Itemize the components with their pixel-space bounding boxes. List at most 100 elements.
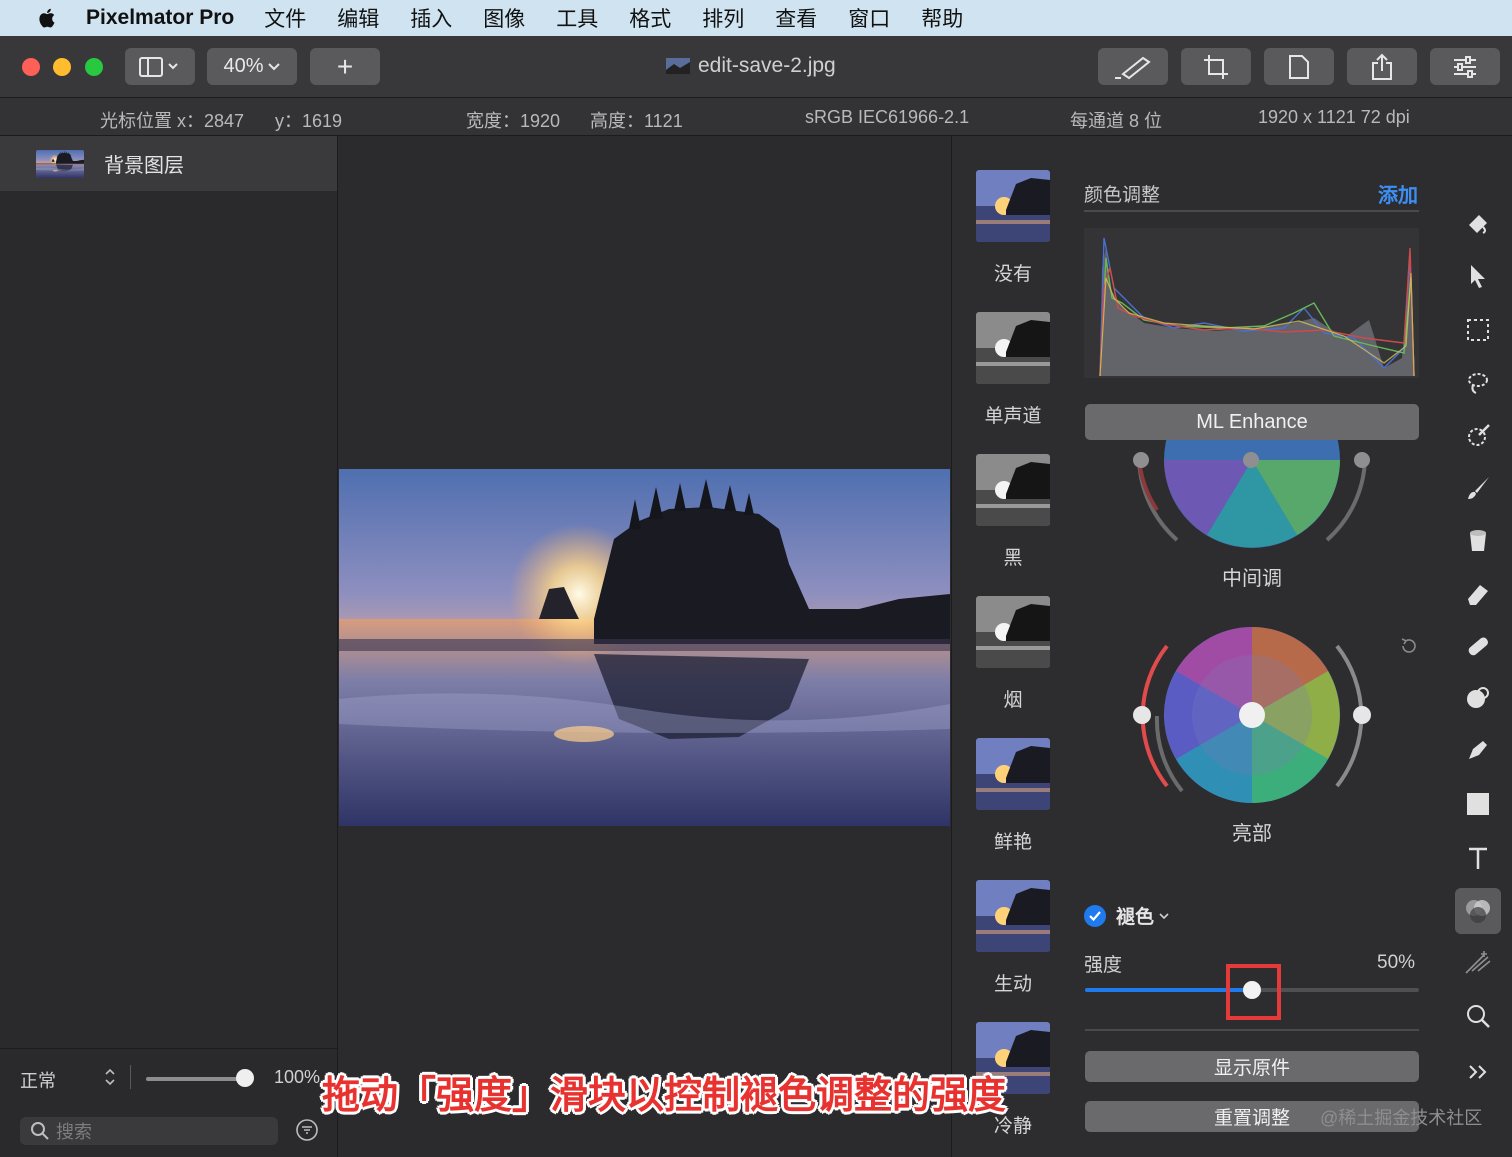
image-width: 宽度：1920 bbox=[466, 111, 561, 131]
menu-tools[interactable]: 工具 bbox=[556, 3, 598, 33]
menu-file[interactable]: 文件 bbox=[264, 3, 306, 33]
show-original-button[interactable]: 显示原件 bbox=[1085, 1051, 1419, 1082]
highlights-right-knob[interactable] bbox=[1353, 706, 1371, 724]
clone-icon[interactable] bbox=[1460, 680, 1496, 716]
apple-icon[interactable] bbox=[30, 5, 66, 31]
updown-chevron-icon[interactable] bbox=[104, 1067, 116, 1087]
adjust-panel-button[interactable] bbox=[1430, 48, 1500, 85]
zoom-icon[interactable] bbox=[1460, 998, 1496, 1034]
layers-panel: 背景图层 正常 100% 搜索 bbox=[0, 136, 338, 1157]
image-height: 高度：1121 bbox=[590, 111, 683, 131]
menu-image[interactable]: 图像 bbox=[483, 3, 525, 33]
effects-icon[interactable] bbox=[1460, 944, 1496, 980]
brush-icon[interactable] bbox=[1460, 470, 1496, 506]
midtones-left-knob[interactable] bbox=[1133, 452, 1149, 468]
menu-arrange[interactable]: 排列 bbox=[702, 3, 744, 33]
menu-view[interactable]: 查看 bbox=[775, 3, 817, 33]
bandage-icon[interactable] bbox=[1460, 628, 1496, 664]
pen-markup-icon bbox=[1115, 56, 1151, 79]
cursor-x: 光标位置 x：2847 bbox=[100, 111, 245, 131]
share-icon bbox=[1372, 53, 1392, 80]
text-icon[interactable] bbox=[1460, 840, 1496, 876]
ml-enhance-button[interactable]: ML Enhance bbox=[1085, 404, 1419, 440]
pen-icon[interactable] bbox=[1460, 732, 1496, 768]
preset-item[interactable]: 生动 bbox=[976, 880, 1050, 996]
document-icon bbox=[1289, 54, 1309, 79]
preset-thumbnail bbox=[976, 880, 1050, 952]
preset-label: 生动 bbox=[993, 974, 1032, 995]
reset-wheel-icon[interactable] bbox=[1399, 636, 1419, 656]
image-file-icon bbox=[666, 58, 690, 74]
preset-label: 没有 bbox=[993, 264, 1032, 285]
menu-help[interactable]: 帮助 bbox=[921, 3, 963, 33]
add-button[interactable]: + bbox=[310, 48, 380, 85]
sidebar-toggle-button[interactable] bbox=[125, 48, 195, 85]
color-adjust-icon[interactable] bbox=[1455, 888, 1501, 934]
preset-thumbnail bbox=[976, 596, 1050, 668]
preset-item[interactable]: 烟 bbox=[976, 596, 1050, 712]
preset-thumbnail bbox=[976, 312, 1050, 384]
filter-icon[interactable] bbox=[296, 1119, 318, 1141]
color-profile: sRGB IEC61966-2.1 bbox=[805, 107, 970, 127]
preset-item[interactable]: 黑 bbox=[976, 454, 1050, 570]
arrow-icon[interactable] bbox=[1460, 258, 1496, 294]
midtones-right-knob[interactable] bbox=[1354, 452, 1370, 468]
blend-mode-select[interactable]: 正常 bbox=[20, 1067, 56, 1093]
tools-column bbox=[1443, 136, 1512, 1157]
canvas-photo[interactable] bbox=[339, 469, 950, 826]
markup-button[interactable] bbox=[1098, 48, 1168, 85]
bit-depth: 每通道 8 位 bbox=[1070, 111, 1163, 131]
lasso-icon[interactable] bbox=[1460, 364, 1496, 400]
fill-icon[interactable] bbox=[1460, 522, 1496, 558]
eraser-icon[interactable] bbox=[1460, 576, 1496, 612]
menu-app-name[interactable]: Pixelmator Pro bbox=[86, 6, 234, 30]
histogram bbox=[1084, 228, 1419, 378]
info-bar: 光标位置 x：2847 y：1619 宽度：1920 高度：1121 sRGB … bbox=[0, 98, 1512, 136]
zoom-value: 40% bbox=[223, 55, 264, 77]
close-window-button[interactable] bbox=[22, 58, 40, 76]
preset-thumbnail bbox=[976, 454, 1050, 526]
paint-bucket-icon[interactable] bbox=[1460, 206, 1496, 242]
menu-insert[interactable]: 插入 bbox=[410, 3, 452, 33]
sidebar-icon bbox=[139, 56, 178, 77]
more-icon[interactable] bbox=[1460, 1054, 1496, 1090]
menu-edit[interactable]: 编辑 bbox=[337, 3, 379, 33]
zoom-select[interactable]: 40% bbox=[207, 48, 297, 85]
opacity-slider-track[interactable] bbox=[146, 1077, 246, 1081]
midtones-center-knob[interactable] bbox=[1243, 452, 1259, 468]
highlights-center-knob[interactable] bbox=[1239, 702, 1265, 728]
add-adjustment-button[interactable]: 添加 bbox=[1378, 179, 1418, 208]
rect-select-icon[interactable] bbox=[1460, 312, 1496, 348]
divider bbox=[130, 1065, 131, 1089]
menu-window[interactable]: 窗口 bbox=[848, 3, 890, 33]
watermark: @稀土掘金技术社区 bbox=[1320, 1108, 1483, 1128]
layers-footer: 正常 100% 搜索 bbox=[0, 1048, 337, 1157]
midtones-label: 中间调 bbox=[1222, 568, 1282, 590]
opacity-slider-knob[interactable] bbox=[236, 1069, 254, 1087]
chevron-down-icon[interactable] bbox=[1158, 912, 1170, 920]
fade-toggle[interactable]: 褪色 bbox=[1084, 902, 1170, 929]
image-canvas[interactable] bbox=[339, 136, 950, 1157]
preset-label: 黑 bbox=[1003, 548, 1023, 569]
cursor-y: y：1619 bbox=[275, 111, 343, 131]
divider bbox=[1084, 210, 1419, 212]
share-button[interactable] bbox=[1347, 48, 1417, 85]
preset-item[interactable]: 单声道 bbox=[976, 312, 1050, 428]
crop-button[interactable] bbox=[1181, 48, 1251, 85]
layer-item[interactable]: 背景图层 bbox=[0, 136, 337, 191]
zoom-window-button[interactable] bbox=[85, 58, 103, 76]
preset-item[interactable]: 鲜艳 bbox=[976, 738, 1050, 854]
search-input[interactable]: 搜索 bbox=[56, 1118, 92, 1144]
preset-label: 单声道 bbox=[984, 406, 1042, 427]
preset-item[interactable]: 没有 bbox=[976, 170, 1050, 286]
checkmark-icon[interactable] bbox=[1084, 904, 1106, 927]
highlights-left-knob[interactable] bbox=[1133, 706, 1151, 724]
highlights-label: 亮部 bbox=[1232, 823, 1272, 845]
layer-search[interactable]: 搜索 bbox=[20, 1117, 278, 1145]
shape-icon[interactable] bbox=[1460, 786, 1496, 822]
chevron-down-icon bbox=[267, 62, 280, 70]
magic-wand-icon[interactable] bbox=[1460, 418, 1496, 454]
export-button[interactable] bbox=[1264, 48, 1334, 85]
menu-format[interactable]: 格式 bbox=[629, 3, 671, 33]
minimize-window-button[interactable] bbox=[53, 58, 71, 76]
